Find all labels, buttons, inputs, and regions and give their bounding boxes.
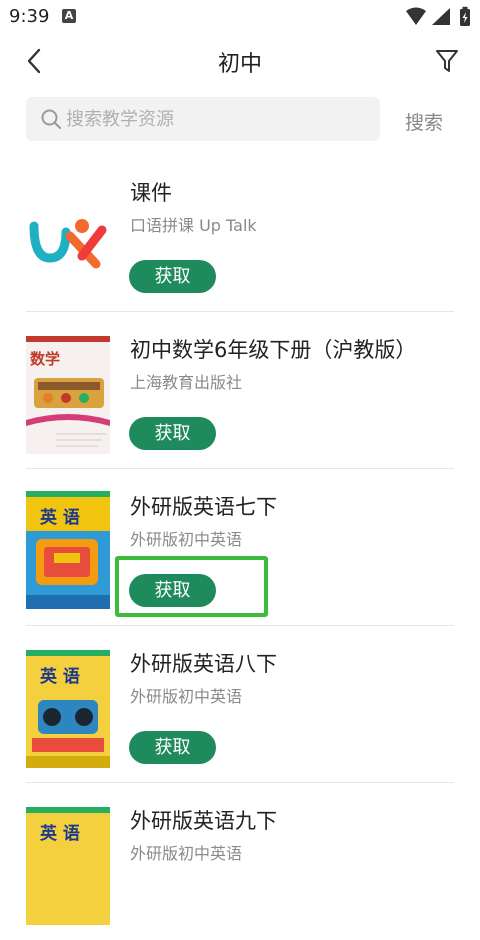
item-title: 外研版英语七下: [130, 495, 277, 519]
get-button[interactable]: 获取: [129, 574, 216, 607]
get-button[interactable]: 获取: [129, 731, 216, 764]
search-box[interactable]: [26, 97, 380, 141]
item-title: 外研版英语八下: [130, 652, 277, 676]
list-item[interactable]: 数学 初中数学6年级下册（沪教版） 上海教育出版社 获取: [0, 312, 480, 469]
search-icon: [41, 109, 61, 129]
signal-icon: [432, 8, 450, 25]
search-button[interactable]: 搜索: [405, 108, 443, 135]
cover-title: 数学: [30, 350, 60, 368]
cover-title: 英 语: [40, 507, 80, 528]
item-title: 课件: [130, 181, 172, 205]
cover-title: 英 语: [40, 666, 80, 687]
filter-icon[interactable]: [432, 46, 462, 76]
status-bar: 9:39 A: [0, 0, 480, 34]
item-title: 初中数学6年级下册（沪教版）: [130, 338, 417, 362]
cover-title: 英 语: [40, 823, 80, 844]
status-time: 9:39: [9, 6, 50, 27]
up-talk-logo: [26, 172, 110, 290]
page-title: 初中: [217, 52, 262, 77]
english-book-cover: 英 语: [26, 491, 110, 609]
list-item[interactable]: 课件 口语拼课 Up Talk 获取: [0, 155, 480, 312]
list-item[interactable]: 英 语 外研版英语七下 外研版初中英语 获取: [0, 469, 480, 626]
get-button[interactable]: 获取: [129, 417, 216, 450]
item-subtitle: 外研版初中英语: [130, 844, 243, 863]
english-book-cover: 英 语: [26, 807, 110, 925]
wifi-icon: [406, 7, 426, 25]
status-icons: [406, 6, 470, 26]
math-book-cover: 数学: [26, 336, 110, 454]
search-input[interactable]: [66, 97, 366, 141]
item-title: 外研版英语九下: [130, 809, 277, 833]
header: 初中: [0, 34, 480, 88]
item-subtitle: 外研版初中英语: [130, 530, 243, 549]
item-subtitle: 口语拼课 Up Talk: [130, 216, 257, 235]
get-button[interactable]: 获取: [129, 260, 216, 293]
item-subtitle: 上海教育出版社: [130, 373, 243, 392]
list-item[interactable]: 英 语 外研版英语九下 外研版初中英语: [0, 783, 480, 940]
a-letter-icon: A: [62, 9, 76, 23]
english-book-cover: 英 语: [26, 650, 110, 768]
list-item[interactable]: 英 语 外研版英语八下 外研版初中英语 获取: [0, 626, 480, 783]
item-subtitle: 外研版初中英语: [130, 687, 243, 706]
